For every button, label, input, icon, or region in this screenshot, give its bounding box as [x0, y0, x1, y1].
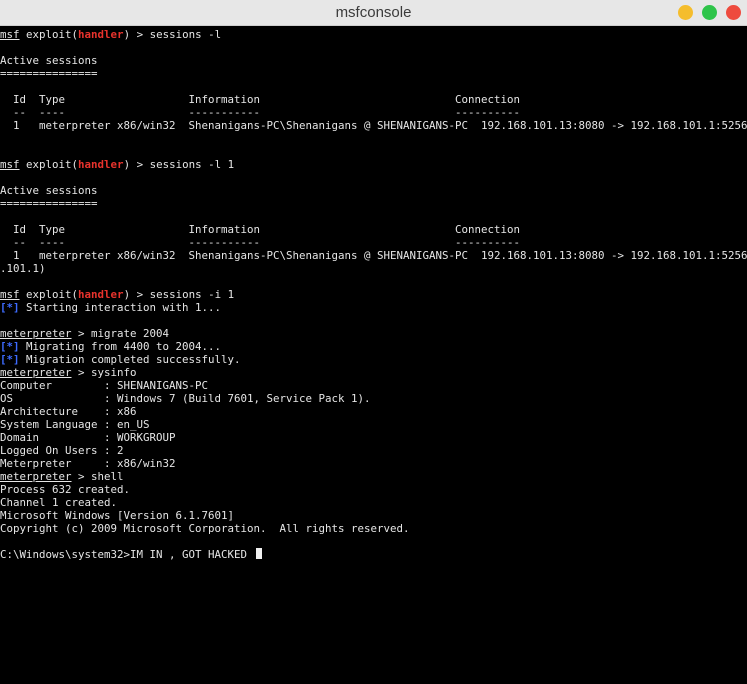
meterpreter-prompt-line: meterpreter > migrate 2004 — [0, 327, 170, 340]
cmd-input-text[interactable]: C:\Windows\system32>IM IN , GOT HACKED — [0, 548, 254, 561]
sysinfo-line: System Language : en_US — [0, 418, 150, 431]
close-button[interactable] — [726, 5, 741, 20]
command-text: sessions -l — [149, 28, 222, 41]
table-row: 1 meterpreter x86/win32 Shenanigans-PC\S… — [0, 119, 747, 132]
info-icon: [*] — [0, 340, 20, 353]
section-rule: =============== — [0, 67, 98, 80]
title-bar: msfconsole — [0, 0, 747, 26]
table-header: Id Type Information Connection — [0, 93, 521, 106]
table-row: 1 meterpreter x86/win32 Shenanigans-PC\S… — [0, 249, 747, 262]
maximize-button[interactable] — [702, 5, 717, 20]
table-rule: -- ---- ----------- ---------- — [0, 106, 521, 119]
shell-output-line: Channel 1 created. — [0, 496, 118, 509]
sysinfo-line: Meterpreter : x86/win32 — [0, 457, 176, 470]
command-text: sysinfo — [91, 366, 137, 379]
status-message: [*] Migration completed successfully. — [0, 353, 241, 366]
msf-prompt-line: msf exploit(handler) > sessions -i 1 — [0, 288, 235, 301]
sysinfo-line: Logged On Users : 2 — [0, 444, 124, 457]
command-text: sessions -i 1 — [149, 288, 235, 301]
meterpreter-prompt-line: meterpreter > sysinfo — [0, 366, 137, 379]
msf-prompt-line: msf exploit(handler) > sessions -l 1 — [0, 158, 235, 171]
sysinfo-line: Domain : WORKGROUP — [0, 431, 176, 444]
sysinfo-line: Computer : SHENANIGANS-PC — [0, 379, 209, 392]
section-rule: =============== — [0, 197, 98, 210]
table-row-wrap: .101.1) — [0, 262, 46, 275]
info-icon: [*] — [0, 353, 20, 366]
sysinfo-line: OS : Windows 7 (Build 7601, Service Pack… — [0, 392, 371, 405]
command-text: shell — [91, 470, 124, 483]
sysinfo-line: Architecture : x86 — [0, 405, 137, 418]
shell-output-line: Copyright (c) 2009 Microsoft Corporation… — [0, 522, 410, 535]
terminal-output[interactable]: msf exploit(handler) > sessions -l Activ… — [0, 26, 747, 684]
section-title: Active sessions — [0, 184, 98, 197]
windows-cmd-prompt[interactable]: C:\Windows\system32>IM IN , GOT HACKED — [0, 548, 262, 561]
shell-output-line: Microsoft Windows [Version 6.1.7601] — [0, 509, 235, 522]
meterpreter-prompt-line: meterpreter > shell — [0, 470, 124, 483]
status-message: [*] Starting interaction with 1... — [0, 301, 222, 314]
minimize-button[interactable] — [678, 5, 693, 20]
section-title: Active sessions — [0, 54, 98, 67]
msf-prompt-line: msf exploit(handler) > sessions -l — [0, 28, 222, 41]
status-message: [*] Migrating from 4400 to 2004... — [0, 340, 222, 353]
info-icon: [*] — [0, 301, 20, 314]
window-title: msfconsole — [335, 4, 412, 21]
table-header: Id Type Information Connection — [0, 223, 521, 236]
command-text: sessions -l 1 — [149, 158, 235, 171]
text-cursor — [255, 548, 262, 559]
command-text: migrate 2004 — [91, 327, 170, 340]
table-rule: -- ---- ----------- ---------- — [0, 236, 521, 249]
shell-output-line: Process 632 created. — [0, 483, 131, 496]
